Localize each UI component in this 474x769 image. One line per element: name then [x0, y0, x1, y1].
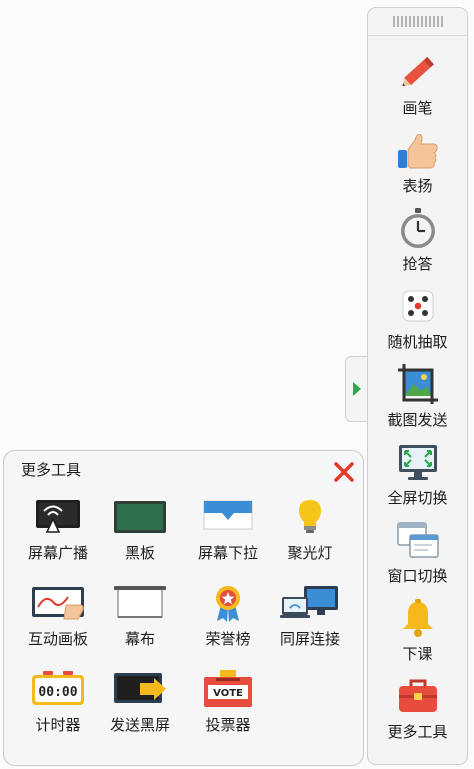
- tool-screen-broadcast[interactable]: 屏幕广播: [14, 493, 102, 573]
- tool-curtain[interactable]: 幕布: [96, 579, 184, 659]
- tool-blackboard[interactable]: 黑板: [96, 493, 184, 573]
- toolbar-pen-button[interactable]: 画笔: [368, 42, 467, 120]
- toolbar-praise-label: 表扬: [402, 177, 433, 195]
- interactive-board-icon: [32, 587, 84, 620]
- bell-icon: [402, 599, 433, 637]
- tool-timer-label: 计时器: [35, 716, 81, 734]
- close-icon[interactable]: [332, 460, 356, 484]
- more-tools-panel: 更多工具 屏幕广播 黑板 屏幕下拉 聚光灯 互动画板 幕布 荣誉榜 同屏连接 0…: [3, 450, 364, 766]
- tool-screen-pulldown-label: 屏幕下拉: [197, 544, 258, 562]
- toolbar-screenshot-send-button[interactable]: 截图发送: [368, 354, 467, 432]
- toolbar-window-switch-label: 窗口切换: [387, 567, 448, 585]
- pen-icon: [401, 56, 434, 87]
- toolbar-fullscreen-button[interactable]: 全屏切换: [368, 432, 467, 510]
- tool-timer[interactable]: 00:00 计时器: [14, 665, 102, 745]
- tool-send-black-screen-label: 发送黑屏: [109, 716, 170, 734]
- toolbar-random-pick-label: 随机抽取: [387, 333, 448, 351]
- screen-broadcast-icon: [36, 500, 80, 533]
- blackboard-icon: [114, 501, 166, 533]
- toolbox-icon: [398, 679, 437, 712]
- tool-interactive-board-label: 互动画板: [27, 630, 88, 648]
- screen-connect-icon: [280, 586, 338, 618]
- tool-spotlight-label: 聚光灯: [287, 544, 333, 562]
- spotlight-icon: [299, 500, 321, 533]
- curtain-icon: [114, 586, 166, 618]
- tool-screen-pulldown[interactable]: 屏幕下拉: [184, 493, 272, 573]
- screen-pulldown-icon: [203, 500, 253, 530]
- toolbar-end-class-button[interactable]: 下课: [368, 588, 467, 666]
- tool-curtain-label: 幕布: [124, 630, 155, 648]
- tool-honor-roll[interactable]: 荣誉榜: [184, 579, 272, 659]
- vote-icon: VOTE: [204, 670, 252, 707]
- side-toolbar: 画笔 表扬 抢答 随机抽取 截图发送 全屏切换 窗口切换 下课 更多工具: [367, 7, 468, 765]
- toolbar-praise-button[interactable]: 表扬: [368, 120, 467, 198]
- tool-screen-broadcast-label: 屏幕广播: [27, 544, 88, 562]
- windows-icon: [396, 522, 439, 558]
- toolbar-end-class-label: 下课: [402, 645, 433, 663]
- tool-spotlight[interactable]: 聚光灯: [266, 493, 354, 573]
- screenshot-icon: [397, 364, 438, 404]
- tool-honor-roll-label: 荣誉榜: [205, 630, 251, 648]
- tool-screen-connect-label: 同屏连接: [279, 630, 340, 648]
- honor-badge-icon: [216, 586, 240, 622]
- timer-display: 00:00: [38, 685, 77, 700]
- toolbar-window-switch-button[interactable]: 窗口切换: [368, 510, 467, 588]
- toolbar-quick-answer-label: 抢答: [402, 255, 433, 273]
- tool-blackboard-label: 黑板: [124, 544, 155, 562]
- tool-send-black-screen[interactable]: 发送黑屏: [96, 665, 184, 745]
- timer-icon: 00:00: [32, 671, 84, 705]
- toolbar-random-pick-button[interactable]: 随机抽取: [368, 276, 467, 354]
- app-root: { "toolbar": { "items": [ {"label": "画笔"…: [0, 0, 474, 769]
- thumbs-up-icon: [397, 134, 438, 169]
- tool-voting-label: 投票器: [205, 716, 251, 734]
- stopwatch-icon: [400, 208, 435, 248]
- vote-box-text: VOTE: [213, 688, 243, 699]
- send-black-screen-icon: [114, 673, 166, 703]
- toolbar-quick-answer-button[interactable]: 抢答: [368, 198, 467, 276]
- drag-handle[interactable]: [368, 8, 467, 36]
- toolbar-fullscreen-label: 全屏切换: [387, 489, 448, 507]
- toolbar-screenshot-send-label: 截图发送: [387, 411, 448, 429]
- toolbar-more-tools-button[interactable]: 更多工具: [368, 666, 467, 744]
- tool-voting[interactable]: VOTE 投票器: [184, 665, 272, 745]
- chevron-right-icon: [352, 382, 361, 396]
- dice-icon: [402, 290, 433, 322]
- panel-title: 更多工具: [21, 461, 82, 479]
- collapse-toolbar-button[interactable]: [345, 356, 367, 422]
- toolbar-pen-label: 画笔: [402, 99, 433, 117]
- toolbar-more-tools-label: 更多工具: [387, 723, 448, 741]
- tool-interactive-board[interactable]: 互动画板: [14, 579, 102, 659]
- fullscreen-icon: [398, 445, 437, 480]
- tool-screen-connect[interactable]: 同屏连接: [266, 579, 354, 659]
